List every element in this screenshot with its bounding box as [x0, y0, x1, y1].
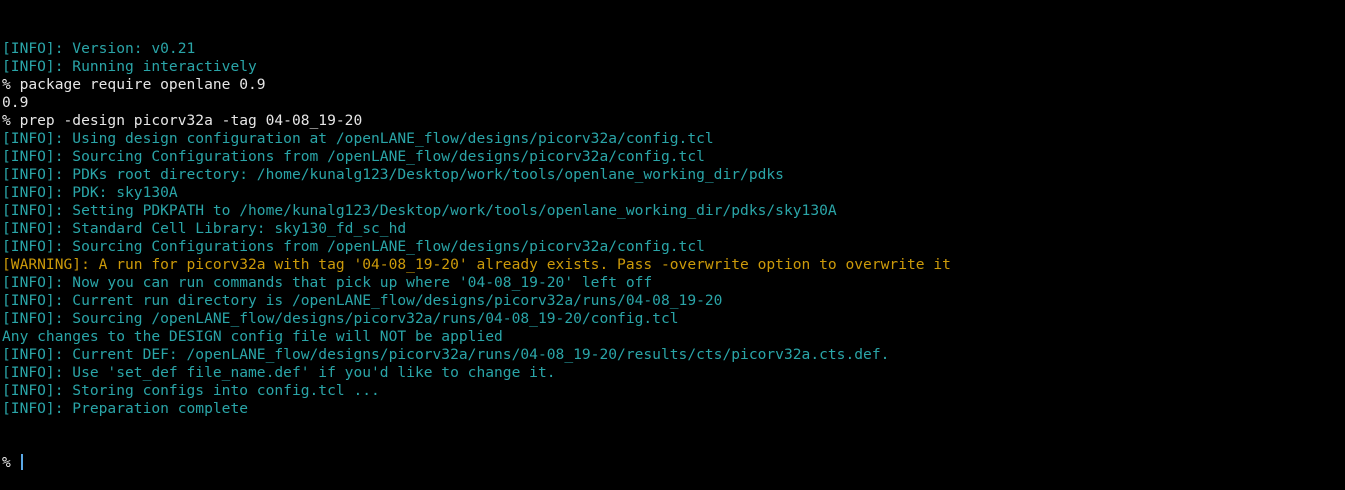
info-line: [INFO]: PDKs root directory: /home/kunal… [2, 166, 784, 183]
terminal-window[interactable]: [INFO]: Version: v0.21 [INFO]: Running in… [0, 0, 1345, 471]
info-line: [INFO]: PDK: sky130A [2, 184, 178, 201]
command-line: % prep -design picorv32a -tag 04-08_19-2… [2, 112, 363, 129]
info-line: [INFO]: Version: v0.21 [2, 40, 196, 57]
info-line: [INFO]: Now you can run commands that pi… [2, 274, 653, 291]
info-line: [INFO]: Storing configs into config.tcl … [2, 382, 380, 399]
info-line: [INFO]: Sourcing Configurations from /op… [2, 238, 705, 255]
warning-line: [WARNING]: A run for picorv32a with tag … [2, 256, 951, 273]
prompt-line[interactable]: % [2, 454, 1345, 472]
prompt-symbol: % [2, 454, 20, 471]
info-line: [INFO]: Sourcing /openLANE_flow/designs/… [2, 310, 679, 327]
info-line: [INFO]: Sourcing Configurations from /op… [2, 148, 705, 165]
info-line: [INFO]: Current run directory is /openLA… [2, 292, 723, 309]
text-cursor [20, 454, 23, 470]
info-line: [INFO]: Preparation complete [2, 400, 249, 417]
info-line: [INFO]: Current DEF: /openLANE_flow/desi… [2, 346, 890, 363]
terminal-output: [INFO]: Version: v0.21 [INFO]: Running in… [2, 40, 1345, 418]
info-line: [INFO]: Use 'set_def file_name.def' if y… [2, 364, 556, 381]
info-line: [INFO]: Running interactively [2, 58, 257, 75]
command-line: % package require openlane 0.9 [2, 76, 266, 93]
info-line: [INFO]: Using design configuration at /o… [2, 130, 714, 147]
info-line: Any changes to the DESIGN config file wi… [2, 328, 503, 345]
info-line: [INFO]: Setting PDKPATH to /home/kunalg1… [2, 202, 837, 219]
command-line: 0.9 [2, 94, 29, 111]
info-line: [INFO]: Standard Cell Library: sky130_fd… [2, 220, 407, 237]
